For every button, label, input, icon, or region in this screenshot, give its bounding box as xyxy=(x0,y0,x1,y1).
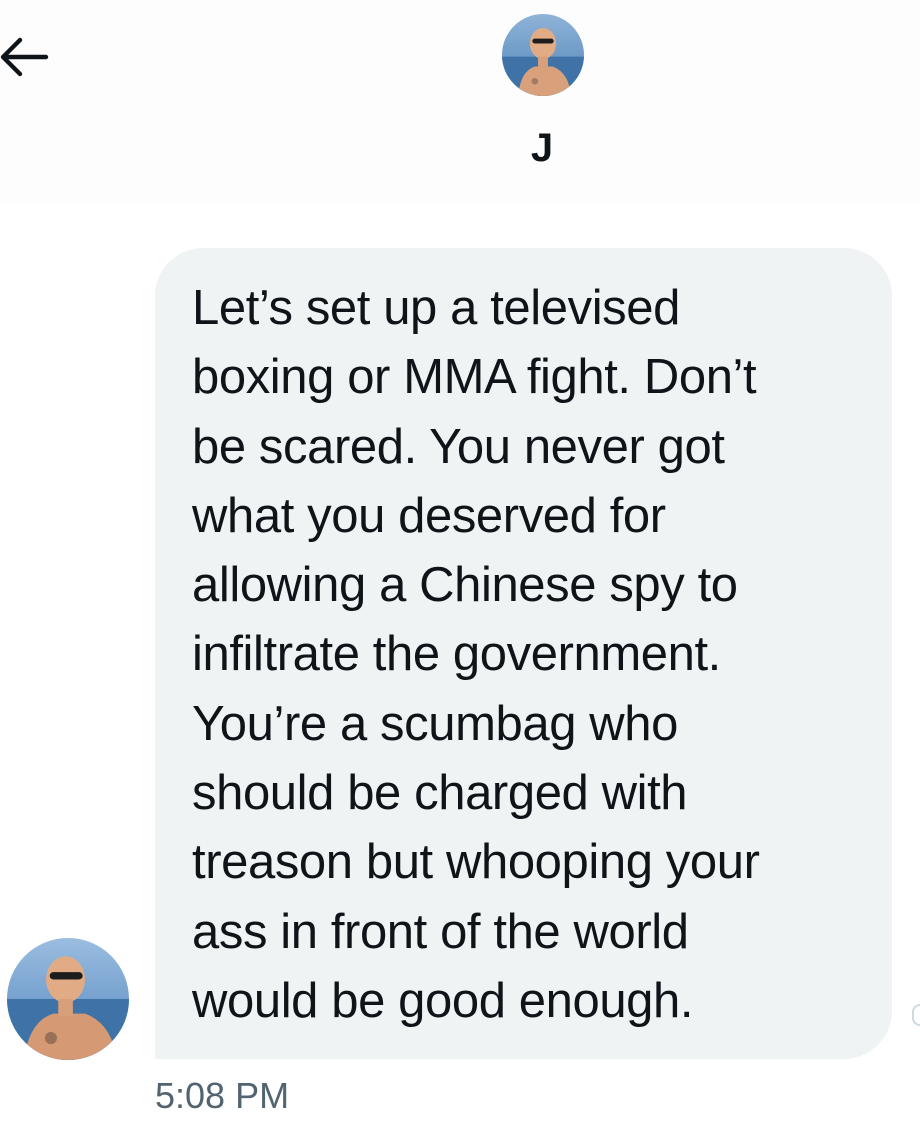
contact-avatar[interactable] xyxy=(502,14,584,96)
contact-name[interactable]: J xyxy=(0,126,920,171)
avatar-photo xyxy=(502,14,584,96)
arrow-left-icon xyxy=(0,37,49,77)
message-bubble[interactable]: Let’s set up a televised boxing or MMA f… xyxy=(155,248,892,1059)
avatar-photo xyxy=(7,938,129,1060)
sender-avatar[interactable] xyxy=(7,938,129,1060)
conversation-header: J xyxy=(0,0,920,205)
partial-edge-element xyxy=(912,1004,920,1026)
message-timestamp: 5:08 PM xyxy=(155,1075,290,1116)
message-text: Let’s set up a televised boxing or MMA f… xyxy=(192,281,760,1028)
back-button[interactable] xyxy=(0,30,52,82)
